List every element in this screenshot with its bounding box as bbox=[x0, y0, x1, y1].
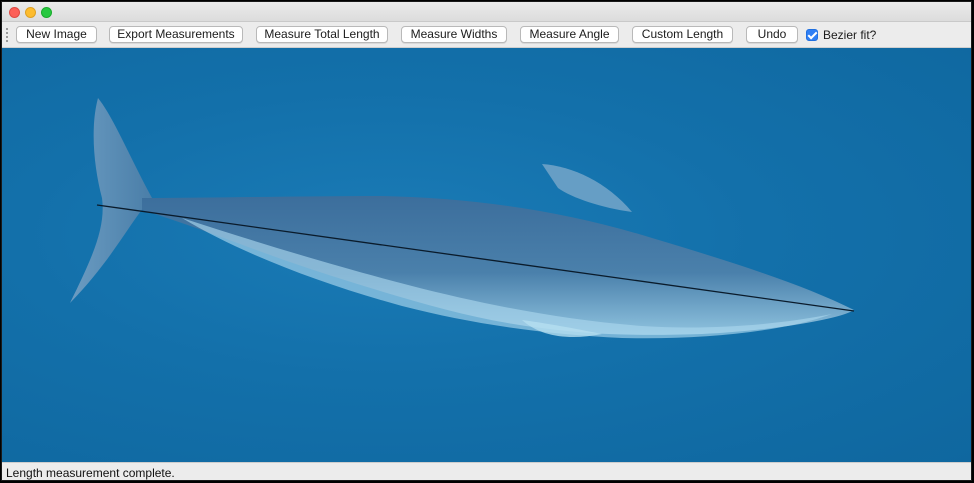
export-measurements-button[interactable]: Export Measurements bbox=[109, 26, 243, 43]
toolbar: New Image Export Measurements Measure To… bbox=[2, 22, 971, 48]
bezier-fit-checkbox[interactable] bbox=[806, 29, 818, 41]
custom-length-button[interactable]: Custom Length bbox=[632, 26, 733, 43]
undo-button[interactable]: Undo bbox=[746, 26, 798, 43]
measure-angle-button[interactable]: Measure Angle bbox=[520, 26, 619, 43]
whale-tail bbox=[70, 98, 152, 303]
whale-image bbox=[70, 98, 855, 339]
image-canvas[interactable] bbox=[2, 48, 971, 462]
whale-fin bbox=[542, 164, 632, 212]
title-bar bbox=[2, 2, 971, 22]
zoom-window-button[interactable] bbox=[41, 7, 52, 18]
measure-total-length-button[interactable]: Measure Total Length bbox=[256, 26, 388, 43]
status-bar: Length measurement complete. bbox=[2, 462, 971, 480]
bezier-fit-toggle[interactable]: Bezier fit? bbox=[806, 28, 876, 42]
minimize-window-button[interactable] bbox=[25, 7, 36, 18]
status-message: Length measurement complete. bbox=[6, 466, 175, 480]
bezier-fit-label: Bezier fit? bbox=[823, 28, 877, 42]
toolbar-grip-handle[interactable] bbox=[6, 28, 8, 42]
app-window: New Image Export Measurements Measure To… bbox=[1, 1, 972, 481]
close-window-button[interactable] bbox=[9, 7, 20, 18]
measure-widths-button[interactable]: Measure Widths bbox=[401, 26, 507, 43]
new-image-button[interactable]: New Image bbox=[16, 26, 97, 43]
